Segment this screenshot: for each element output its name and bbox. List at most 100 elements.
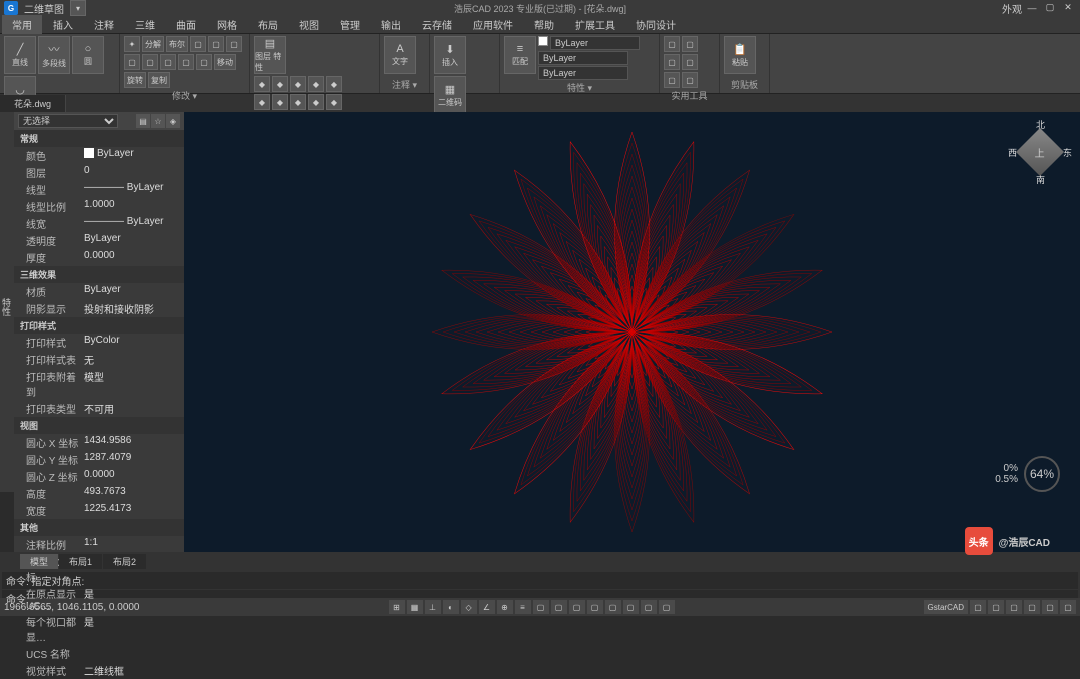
close-button[interactable]: ✕ (1060, 1, 1076, 15)
prop-value[interactable]: 不可用 (84, 401, 184, 416)
st5[interactable]: ▢ (605, 600, 621, 614)
prop-value[interactable]: 二维线框 (84, 663, 184, 678)
prop-row[interactable]: 每个视口都显…是 (14, 613, 184, 645)
prop-value[interactable]: 1.0000 (84, 199, 184, 214)
palette-icon-3[interactable]: ◈ (166, 114, 180, 128)
grid-toggle[interactable]: ▦ (407, 600, 423, 614)
prop-value[interactable]: ———— ByLayer (84, 182, 184, 197)
tool-matchprop[interactable]: ≡匹配 (504, 36, 536, 74)
sr4[interactable]: ▢ (1024, 600, 1040, 614)
tool-circle[interactable]: ○圆 (72, 36, 104, 74)
lineweight-combo[interactable]: ByLayer (538, 66, 628, 80)
prop-section-header[interactable]: 三维效果 (14, 266, 184, 283)
menu-tab-extend[interactable]: 扩展工具 (565, 15, 625, 34)
menu-tab-apps[interactable]: 应用软件 (463, 15, 523, 34)
prop-row[interactable]: 圆心 Y 坐标1287.4079 (14, 451, 184, 468)
prop-row[interactable]: 厚度0.0000 (14, 249, 184, 266)
tool-i4[interactable]: ▢ (208, 36, 224, 52)
layer-i3[interactable]: ◆ (290, 76, 306, 92)
sr3[interactable]: ▢ (1006, 600, 1022, 614)
prop-value[interactable]: 1225.4173 (84, 503, 184, 518)
st3[interactable]: ▢ (569, 600, 585, 614)
prop-section-header[interactable]: 打印样式 (14, 317, 184, 334)
tool-i0[interactable]: ✦ (124, 36, 140, 52)
prop-value[interactable]: 1287.4079 (84, 452, 184, 467)
menu-tab-cloud[interactable]: 云存储 (412, 15, 462, 34)
layer-i8[interactable]: ◆ (290, 94, 306, 110)
prop-value[interactable] (84, 646, 184, 661)
tool-i3[interactable]: ▢ (190, 36, 206, 52)
util-i6[interactable]: ▢ (682, 72, 698, 88)
otrack-toggle[interactable]: ∠ (479, 600, 495, 614)
menu-tab-annotate[interactable]: 注释 (84, 15, 124, 34)
menu-tab-layout[interactable]: 布局 (248, 15, 288, 34)
util-i3[interactable]: ▢ (664, 54, 680, 70)
prop-row[interactable]: 打印表类型不可用 (14, 400, 184, 417)
prop-row[interactable]: 打印样式表无 (14, 351, 184, 368)
prop-section-header[interactable]: 其他 (14, 519, 184, 536)
layout-1[interactable]: 布局1 (59, 554, 102, 569)
maximize-button[interactable]: ▢ (1042, 1, 1058, 15)
prop-section-header[interactable]: 视图 (14, 417, 184, 434)
prop-row[interactable]: 材质ByLayer (14, 283, 184, 300)
prop-value[interactable]: ByLayer (84, 284, 184, 299)
tool-i10[interactable]: ▢ (196, 54, 212, 70)
menu-tab-home[interactable]: 常用 (2, 15, 42, 34)
prop-row[interactable]: 透明度ByLayer (14, 232, 184, 249)
palette-title-vertical[interactable]: 特性 (0, 112, 14, 492)
prop-row[interactable]: 颜色ByLayer (14, 147, 184, 164)
tool-polyline[interactable]: 〰多段线 (38, 36, 70, 74)
tool-bool[interactable]: 布尔 (166, 36, 188, 52)
st8[interactable]: ▢ (659, 600, 675, 614)
prop-row[interactable]: 线型———— ByLayer (14, 181, 184, 198)
prop-value[interactable]: 0.0000 (84, 469, 184, 484)
tool-i9[interactable]: ▢ (178, 54, 194, 70)
prop-value[interactable]: 1:1 (84, 537, 184, 552)
minimize-button[interactable]: — (1024, 1, 1040, 15)
menu-tab-mesh[interactable]: 网格 (207, 15, 247, 34)
st2[interactable]: ▢ (551, 600, 567, 614)
qa-icon[interactable]: ▾ (70, 0, 86, 16)
layout-2[interactable]: 布局2 (103, 554, 146, 569)
color-swatch[interactable] (538, 36, 548, 46)
st1[interactable]: ▢ (533, 600, 549, 614)
menu-tab-insert[interactable]: 插入 (43, 15, 83, 34)
menu-tab-collab[interactable]: 协同设计 (626, 15, 686, 34)
color-combo[interactable]: ByLayer (550, 36, 640, 50)
selection-combo[interactable]: 无选择 (18, 114, 118, 128)
dyn-toggle[interactable]: ⊕ (497, 600, 513, 614)
prop-value[interactable]: 模型 (84, 369, 184, 399)
layer-i5[interactable]: ◆ (326, 76, 342, 92)
util-i4[interactable]: ▢ (682, 54, 698, 70)
layer-i2[interactable]: ◆ (272, 76, 288, 92)
drawing-canvas[interactable]: 北 南 东 西 上 0%0.5% 64% (184, 112, 1080, 552)
st7[interactable]: ▢ (641, 600, 657, 614)
prop-row[interactable]: 打印样式ByColor (14, 334, 184, 351)
linetype-combo[interactable]: ByLayer (538, 51, 628, 65)
polar-toggle[interactable]: ◐ (443, 600, 459, 614)
quickaccess-dropdown[interactable]: 二维草图 (24, 1, 64, 16)
layer-i9[interactable]: ◆ (308, 94, 324, 110)
sr2[interactable]: ▢ (988, 600, 1004, 614)
menu-tab-output[interactable]: 输出 (371, 15, 411, 34)
prop-row[interactable]: 圆心 Z 坐标0.0000 (14, 468, 184, 485)
tool-line[interactable]: ╱直线 (4, 36, 36, 74)
util-i5[interactable]: ▢ (664, 72, 680, 88)
prop-section-header[interactable]: 常规 (14, 130, 184, 147)
prop-row[interactable]: 打印表附着到模型 (14, 368, 184, 400)
layer-i7[interactable]: ◆ (272, 94, 288, 110)
util-i2[interactable]: ▢ (682, 36, 698, 52)
menu-tab-help[interactable]: 帮助 (524, 15, 564, 34)
prop-value[interactable]: 1434.9586 (84, 435, 184, 450)
sr5[interactable]: ▢ (1042, 600, 1058, 614)
prop-value[interactable]: ———— ByLayer (84, 216, 184, 231)
menu-right-label[interactable]: 外观 (1002, 1, 1022, 16)
tool-i6[interactable]: ▢ (124, 54, 140, 70)
ortho-toggle[interactable]: ⊥ (425, 600, 441, 614)
tool-qr[interactable]: ▦二维码 (434, 76, 466, 114)
lwt-toggle[interactable]: ≡ (515, 600, 531, 614)
st4[interactable]: ▢ (587, 600, 603, 614)
tool-i8[interactable]: ▢ (160, 54, 176, 70)
app-logo[interactable]: G (4, 1, 18, 15)
prop-value[interactable]: 0 (84, 165, 184, 180)
